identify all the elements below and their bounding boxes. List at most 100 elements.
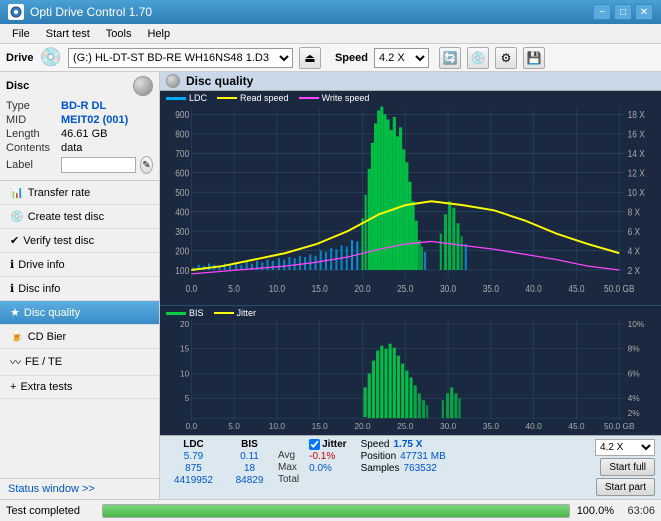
lower-chart: BIS Jitter bbox=[160, 305, 661, 435]
status-window-link[interactable]: Status window >> bbox=[0, 478, 159, 499]
maximize-button[interactable]: □ bbox=[614, 4, 632, 20]
sidebar-item-create-test-disc[interactable]: 💿 Create test disc bbox=[0, 205, 159, 229]
svg-text:35.0: 35.0 bbox=[483, 422, 500, 431]
eject-button[interactable]: ⏏ bbox=[299, 47, 321, 69]
speed-value: 1.75 X bbox=[394, 439, 423, 450]
save-button[interactable]: 💾 bbox=[523, 47, 545, 69]
speed-select[interactable]: 4.2 X bbox=[374, 48, 429, 68]
position-row: Position 47731 MB bbox=[361, 451, 446, 462]
start-full-button[interactable]: Start full bbox=[600, 458, 655, 476]
minimize-button[interactable]: − bbox=[593, 4, 611, 20]
lower-legend: BIS Jitter bbox=[166, 308, 256, 318]
titlebar: Opti Drive Control 1.70 − □ ✕ bbox=[0, 0, 661, 24]
drive-select[interactable]: (G:) HL-DT-ST BD-RE WH16NS48 1.D3 bbox=[68, 48, 293, 68]
progress-track bbox=[102, 504, 570, 518]
mid-label: MID bbox=[6, 114, 61, 126]
svg-text:10 X: 10 X bbox=[628, 186, 646, 198]
fe-te-icon: 〰 bbox=[10, 354, 21, 370]
sidebar-item-disc-quality[interactable]: ★ Disc quality bbox=[0, 301, 159, 325]
stats-ldc-col: LDC 5.79 875 4419952 bbox=[166, 439, 221, 486]
sidebar-item-cd-bier[interactable]: 🍺 CD Bier bbox=[0, 325, 159, 349]
lower-chart-svg: 20 15 10 5 10% 8% 6% 4% 2% 0.0 5.0 10.0 … bbox=[160, 306, 661, 435]
jitter-legend-color bbox=[214, 312, 234, 314]
disc-quality-icon: ★ bbox=[10, 306, 20, 319]
stats-row-labels: - Avg Max Total bbox=[278, 439, 299, 485]
svg-text:45.0: 45.0 bbox=[568, 282, 584, 294]
svg-text:500: 500 bbox=[175, 186, 189, 198]
jitter-legend-label: Jitter bbox=[237, 308, 257, 318]
svg-text:10: 10 bbox=[180, 370, 190, 379]
status-text: Test completed bbox=[6, 505, 96, 517]
length-label: Length bbox=[6, 128, 61, 140]
sidebar-item-extra-tests[interactable]: + Extra tests bbox=[0, 376, 159, 399]
svg-text:5.0: 5.0 bbox=[228, 282, 240, 294]
svg-text:200: 200 bbox=[175, 245, 189, 257]
verify-test-disc-label: Verify test disc bbox=[23, 235, 94, 247]
close-button[interactable]: ✕ bbox=[635, 4, 653, 20]
jitter-header-row: Jitter bbox=[309, 439, 346, 450]
menu-file[interactable]: File bbox=[4, 26, 38, 42]
disc-title: Disc bbox=[6, 80, 29, 92]
svg-text:15.0: 15.0 bbox=[312, 282, 328, 294]
svg-text:10%: 10% bbox=[628, 320, 645, 329]
sidebar-item-transfer-rate[interactable]: 📊 Transfer rate bbox=[0, 181, 159, 205]
disc-contents-row: Contents data bbox=[6, 142, 153, 154]
status-bar: Test completed 100.0% 63:06 bbox=[0, 499, 661, 521]
sidebar-item-verify-test-disc[interactable]: ✔ Verify test disc bbox=[0, 229, 159, 253]
start-part-button[interactable]: Start part bbox=[596, 478, 655, 496]
samples-label: Samples bbox=[361, 463, 400, 474]
speed-row: Speed 1.75 X bbox=[361, 439, 446, 450]
position-label: Position bbox=[361, 451, 397, 462]
svg-text:0.0: 0.0 bbox=[186, 282, 198, 294]
menu-start-test[interactable]: Start test bbox=[38, 26, 98, 42]
disc-quality-label: Disc quality bbox=[24, 307, 80, 319]
read-speed-legend-color bbox=[217, 97, 237, 99]
chart-area: Disc quality LDC Read speed Write speed bbox=[160, 72, 661, 499]
progress-fill bbox=[103, 505, 569, 517]
svg-text:35.0: 35.0 bbox=[483, 282, 499, 294]
drive-info-label: Drive info bbox=[18, 259, 64, 271]
ldc-legend-color bbox=[166, 97, 186, 100]
label-edit-button[interactable]: ✎ bbox=[140, 156, 153, 174]
svg-text:300: 300 bbox=[175, 225, 189, 237]
svg-text:12 X: 12 X bbox=[628, 167, 646, 179]
samples-value: 763532 bbox=[403, 463, 436, 474]
refresh-button[interactable]: 🔄 bbox=[439, 47, 461, 69]
svg-text:900: 900 bbox=[175, 108, 189, 120]
main-area: Disc Type BD-R DL MID MEIT02 (001) Lengt… bbox=[0, 72, 661, 499]
total-bis: 84829 bbox=[227, 475, 272, 486]
disc-button[interactable]: 💿 bbox=[467, 47, 489, 69]
menu-help[interactable]: Help bbox=[139, 26, 178, 42]
disc-panel: Disc Type BD-R DL MID MEIT02 (001) Lengt… bbox=[0, 72, 159, 181]
speed-label: Speed bbox=[361, 439, 390, 450]
write-speed-legend-color bbox=[299, 97, 319, 99]
read-speed-legend-label: Read speed bbox=[240, 93, 289, 103]
max-ldc: 875 bbox=[166, 463, 221, 474]
stats-bar: LDC 5.79 875 4419952 BIS 0.11 18 84829 -… bbox=[160, 435, 661, 499]
sidebar-item-drive-info[interactable]: ℹ Drive info bbox=[0, 253, 159, 277]
sidebar-item-fe-te[interactable]: 〰 FE / TE bbox=[0, 349, 159, 376]
disc-length-row: Length 46.61 GB bbox=[6, 128, 153, 140]
max-jitter: 0.0% bbox=[309, 463, 346, 474]
write-speed-legend: Write speed bbox=[299, 93, 370, 103]
svg-text:45.0: 45.0 bbox=[568, 422, 585, 431]
avg-ldc: 5.79 bbox=[166, 451, 221, 462]
svg-text:2 X: 2 X bbox=[628, 264, 641, 276]
jitter-legend: Jitter bbox=[214, 308, 257, 318]
svg-text:4 X: 4 X bbox=[628, 245, 641, 257]
transfer-rate-label: Transfer rate bbox=[28, 187, 91, 199]
quality-speed-select[interactable]: 4.2 X bbox=[595, 439, 655, 456]
menu-tools[interactable]: Tools bbox=[98, 26, 140, 42]
sidebar-item-disc-info[interactable]: ℹ Disc info bbox=[0, 277, 159, 301]
jitter-checkbox[interactable] bbox=[309, 439, 320, 450]
svg-text:8 X: 8 X bbox=[628, 206, 641, 218]
label-input[interactable] bbox=[61, 157, 136, 173]
settings-button[interactable]: ⚙ bbox=[495, 47, 517, 69]
samples-row: Samples 763532 bbox=[361, 463, 446, 474]
svg-text:5.0: 5.0 bbox=[228, 422, 240, 431]
svg-text:0.0: 0.0 bbox=[186, 422, 198, 431]
stats-speed-section: Speed 1.75 X Position 47731 MB Samples 7… bbox=[361, 439, 446, 474]
avg-label: Avg bbox=[278, 450, 299, 461]
bis-legend: BIS bbox=[166, 308, 204, 318]
length-value: 46.61 GB bbox=[61, 128, 107, 140]
